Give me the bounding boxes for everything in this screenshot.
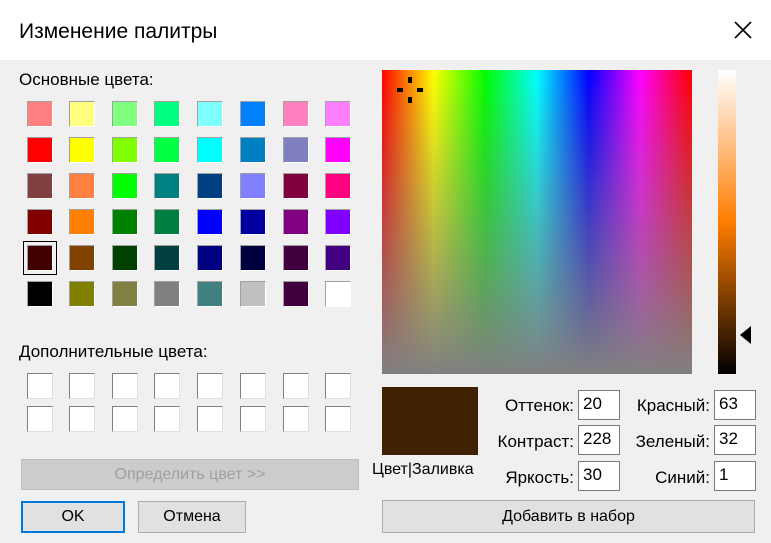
- color-preview: [382, 387, 478, 455]
- basic-color-swatch[interactable]: [240, 173, 266, 199]
- blue-label: Синий:: [655, 468, 710, 487]
- basic-color-swatch[interactable]: [240, 209, 266, 235]
- basic-color-swatch[interactable]: [283, 173, 309, 199]
- basic-color-swatch[interactable]: [283, 245, 309, 271]
- basic-color-swatch[interactable]: [69, 173, 95, 199]
- basic-color-swatch[interactable]: [283, 209, 309, 235]
- basic-color-swatch[interactable]: [69, 281, 95, 307]
- basic-color-swatch[interactable]: [240, 281, 266, 307]
- basic-color-swatch[interactable]: [112, 101, 138, 127]
- custom-color-swatch[interactable]: [325, 406, 351, 432]
- basic-color-swatch[interactable]: [240, 101, 266, 127]
- basic-color-swatch[interactable]: [27, 137, 53, 163]
- luminance-label: Яркость:: [505, 468, 574, 487]
- basic-color-swatch[interactable]: [69, 137, 95, 163]
- basic-color-swatch[interactable]: [27, 101, 53, 127]
- basic-color-swatch[interactable]: [283, 101, 309, 127]
- custom-color-swatch[interactable]: [283, 406, 309, 432]
- basic-color-swatch[interactable]: [154, 209, 180, 235]
- custom-color-swatch[interactable]: [27, 406, 53, 432]
- basic-color-swatch[interactable]: [27, 209, 53, 235]
- custom-color-swatch[interactable]: [154, 406, 180, 432]
- basic-color-swatch[interactable]: [154, 137, 180, 163]
- basic-color-swatch[interactable]: [197, 101, 223, 127]
- basic-color-swatch[interactable]: [240, 137, 266, 163]
- basic-color-swatch[interactable]: [197, 245, 223, 271]
- cancel-button[interactable]: Отмена: [138, 501, 246, 533]
- basic-color-swatch[interactable]: [112, 209, 138, 235]
- basic-color-swatch[interactable]: [112, 137, 138, 163]
- basic-color-swatch[interactable]: [112, 173, 138, 199]
- custom-color-swatch[interactable]: [27, 373, 53, 399]
- red-label: Красный:: [636, 396, 710, 415]
- basic-color-swatch[interactable]: [69, 209, 95, 235]
- basic-color-swatch[interactable]: [154, 101, 180, 127]
- basic-color-swatch[interactable]: [154, 245, 180, 271]
- basic-color-swatch[interactable]: [283, 281, 309, 307]
- green-field[interactable]: 32: [714, 425, 756, 455]
- basic-color-swatch[interactable]: [154, 281, 180, 307]
- basic-color-swatch[interactable]: [283, 137, 309, 163]
- basic-color-swatch[interactable]: [325, 209, 351, 235]
- custom-color-swatch[interactable]: [240, 373, 266, 399]
- custom-color-swatch[interactable]: [112, 406, 138, 432]
- custom-color-swatch[interactable]: [69, 406, 95, 432]
- hue-field[interactable]: 20: [578, 390, 620, 420]
- custom-color-swatch[interactable]: [283, 373, 309, 399]
- ok-button[interactable]: OK: [21, 501, 125, 533]
- custom-color-swatch[interactable]: [325, 373, 351, 399]
- custom-color-swatch[interactable]: [240, 406, 266, 432]
- basic-color-swatch[interactable]: [325, 101, 351, 127]
- basic-color-swatch[interactable]: [325, 173, 351, 199]
- basic-color-swatch[interactable]: [27, 173, 53, 199]
- custom-color-swatch[interactable]: [154, 373, 180, 399]
- blue-field[interactable]: 1: [714, 461, 756, 491]
- custom-colors-label: Дополнительные цвета:: [19, 342, 208, 361]
- basic-color-swatch[interactable]: [325, 281, 351, 307]
- basic-color-swatch[interactable]: [27, 281, 53, 307]
- preview-label: Цвет|Заливка: [372, 461, 474, 478]
- basic-color-swatch[interactable]: [197, 209, 223, 235]
- color-spectrum[interactable]: [382, 70, 692, 374]
- hue-label: Оттенок:: [504, 396, 574, 415]
- define-custom-color-button[interactable]: Определить цвет >>: [21, 459, 359, 490]
- basic-color-swatch[interactable]: [197, 173, 223, 199]
- basic-color-swatch[interactable]: [154, 173, 180, 199]
- color-dialog: Изменение палитры Основные цвета: Дополн…: [0, 0, 771, 543]
- basic-color-swatch[interactable]: [197, 281, 223, 307]
- basic-colors-label: Основные цвета:: [19, 70, 154, 89]
- title-bar: Изменение палитры: [0, 0, 771, 60]
- red-field[interactable]: 63: [714, 390, 756, 420]
- dialog-title: Изменение палитры: [19, 20, 218, 43]
- custom-color-swatch[interactable]: [197, 406, 223, 432]
- luminance-slider[interactable]: [718, 70, 736, 374]
- basic-color-swatch[interactable]: [23, 241, 57, 275]
- luminance-arrow-icon[interactable]: [740, 326, 751, 344]
- basic-color-swatch[interactable]: [69, 245, 95, 271]
- basic-color-swatch[interactable]: [112, 281, 138, 307]
- basic-color-swatch[interactable]: [197, 137, 223, 163]
- luminance-field[interactable]: 30: [578, 461, 620, 491]
- saturation-field[interactable]: 228: [578, 425, 620, 455]
- basic-color-swatch[interactable]: [325, 245, 351, 271]
- close-icon: [734, 21, 752, 39]
- saturation-label: Контраст:: [497, 432, 574, 451]
- green-label: Зеленый:: [635, 432, 710, 451]
- add-to-custom-colors-button[interactable]: Добавить в набор: [382, 500, 755, 533]
- custom-color-swatch[interactable]: [69, 373, 95, 399]
- crosshair-icon: [397, 77, 423, 103]
- custom-color-swatch[interactable]: [112, 373, 138, 399]
- close-button[interactable]: [725, 12, 761, 48]
- basic-color-swatch[interactable]: [325, 137, 351, 163]
- basic-color-swatch[interactable]: [112, 245, 138, 271]
- basic-color-swatch[interactable]: [69, 101, 95, 127]
- basic-color-swatch[interactable]: [240, 245, 266, 271]
- custom-color-swatch[interactable]: [197, 373, 223, 399]
